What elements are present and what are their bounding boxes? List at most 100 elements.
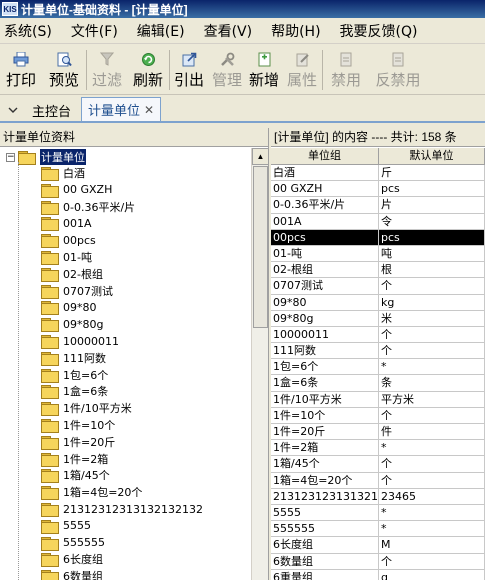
tree-node[interactable]: 10000011 [41,333,119,349]
tree-node[interactable]: 0-0.36平米/片 [41,199,135,215]
export-button[interactable]: 引出 [170,45,208,95]
cell-unit-group: 6重量组 [271,569,379,580]
menu-feedback[interactable]: 我要反馈(Q) [340,21,418,41]
tab-units[interactable]: 计量单位 ✕ [81,97,162,121]
unit-tree[interactable]: − 计量单位 白酒 00 GXZH 0-0.36平米/片 001A 00pcs 01-吨 02-… [0,148,251,580]
table-row[interactable]: 00pcs pcs [271,229,485,246]
tree-node-label: 09*80g [63,317,104,331]
chevron-down-icon[interactable] [0,99,26,121]
menu-file[interactable]: 文件(F) [71,21,118,41]
cell-default-unit: 个 [379,472,485,488]
tree-node[interactable]: 00 GXZH [41,182,112,198]
cell-unit-group: 1箱=4包=20个 [271,472,379,488]
tree-node-label: 1件=2箱 [63,452,109,466]
table-row[interactable]: 1件=10个个 [271,407,485,424]
app-window: KIS 计量单位-基础资料 - [计量单位] 系统(S) 文件(F) 编辑(E)… [0,0,485,580]
folder-icon [41,251,59,265]
table-row[interactable]: 111阿数个 [271,343,485,360]
cell-unit-group: 02-根组 [271,262,379,278]
tree-node[interactable]: 1包=6个 [41,367,108,383]
tree-node[interactable]: 1箱=4包=20个 [41,484,142,501]
tree-node[interactable]: 09*80 [41,299,97,316]
tree-node[interactable]: 001A [41,215,92,232]
table-row[interactable]: 555555 * [271,521,485,538]
menu-edit[interactable]: 编辑(E) [137,21,185,41]
table-row[interactable]: 09*80g 米 [271,310,485,327]
refresh-button[interactable]: 刷新 [127,45,169,95]
table-row[interactable]: 1包=6个 * [271,359,485,376]
preview-button[interactable]: 预览 [42,45,86,95]
cell-default-unit: 平方米 [379,391,485,407]
tree-node[interactable]: 1件=20斤 [41,434,115,450]
tree-panel-title: 计量单位资料 [0,128,268,147]
column-header-group[interactable]: 单位组 [271,148,379,164]
collapse-icon[interactable]: − [6,152,15,162]
table-row[interactable]: 09*80 kg [271,294,485,311]
table-row[interactable]: 1箱/45个个 [271,456,485,473]
cell-unit-group: 1包=6个 [271,359,379,375]
table-row[interactable]: 白酒斤 [271,165,485,182]
table-row[interactable]: 10000011 个 [271,326,485,344]
table-row[interactable]: 001A 令 [271,213,485,230]
tree-node[interactable]: 09*80g [41,316,104,333]
table-row[interactable]: 1件=2箱 * [271,440,485,457]
tree-node[interactable]: 1件=2箱 [41,451,108,467]
tree-node[interactable]: 00pcs [41,232,96,249]
table-row[interactable]: 1件=20斤件 [271,424,485,441]
table-row[interactable]: 02-根组根 [271,262,485,279]
scroll-up-arrow-icon[interactable]: ▲ [252,148,269,165]
table-row[interactable]: 1箱=4包=20个个 [271,472,485,489]
cell-unit-group: 21312312313132132 [273,488,379,504]
tree-node[interactable]: 5555 [41,518,91,534]
tree-node[interactable]: 01-吨 [41,249,92,265]
tree-node[interactable]: 21312312313132132132 [41,501,203,517]
tree-node[interactable]: 0707测试 [41,283,113,299]
properties-button[interactable]: 属性 [282,45,322,95]
cell-unit-group: 白酒 [271,165,379,181]
undisable-button[interactable]: 反禁用 [369,45,427,95]
manage-button[interactable]: 管理 [208,45,246,95]
tree-node-label: 6长度组 [63,553,103,567]
tree-node[interactable]: 白酒 [41,165,85,181]
properties-label: 属性 [286,71,317,89]
table-row[interactable]: 1盒=6条条 [271,375,485,392]
tree-node[interactable]: 6长度组 [41,551,103,568]
add-label: 新增 [248,71,279,89]
table-row[interactable]: 00 GXZH pcs [271,181,485,198]
tab-main-console[interactable]: 主控台 [26,99,77,121]
table-row[interactable]: 6重量组 g [271,569,485,580]
tree-node[interactable]: 1箱/45个 [41,467,110,484]
tree-node[interactable]: 555555 [41,535,105,551]
table-row[interactable]: 01-吨吨 [271,245,485,263]
table-row[interactable]: 0707测试个 [271,278,485,295]
tree-scrollbar[interactable]: ▲ [251,148,269,580]
menu-help[interactable]: 帮助(H) [271,21,320,41]
tree-connector-line [18,162,19,580]
add-button[interactable]: 新增 [246,45,282,95]
cell-unit-group: 09*80 [271,294,379,310]
table-row[interactable]: 6长度组 M [271,537,485,554]
tree-node-label: 1箱/45个 [63,469,110,483]
table-row[interactable]: 2131231231313213223465 [271,488,485,505]
refresh-label: 刷新 [132,71,163,89]
tree-node[interactable]: 1件=10个 [41,417,115,433]
table-row[interactable]: 6数量组个 [271,553,485,570]
table-row[interactable]: 5555 * [271,504,485,522]
print-button[interactable]: 打印 [0,45,42,95]
column-header-default-unit[interactable]: 默认单位 [379,148,485,164]
tree-node[interactable]: 02-根组 [41,266,103,282]
menu-system[interactable]: 系统(S) [4,21,52,41]
tree-node[interactable]: 6数量组 [41,568,103,580]
table-row[interactable]: 0-0.36平米/片片 [271,197,485,214]
tree-node[interactable]: 1盒=6条 [41,383,108,400]
tree-node[interactable]: 111阿数 [41,350,106,366]
tree-node[interactable]: 1件/10平方米 [41,400,132,417]
close-icon[interactable]: ✕ [144,103,154,117]
folder-icon [41,335,59,349]
disable-button[interactable]: 禁用 [323,45,369,95]
title-bar[interactable]: KIS 计量单位-基础资料 - [计量单位] [0,0,485,18]
table-row[interactable]: 1件/10平方米 平方米 [271,391,485,408]
menu-view[interactable]: 查看(V) [204,21,253,41]
filter-button[interactable]: 过滤 [87,45,127,95]
scrollbar-thumb[interactable] [253,166,268,328]
